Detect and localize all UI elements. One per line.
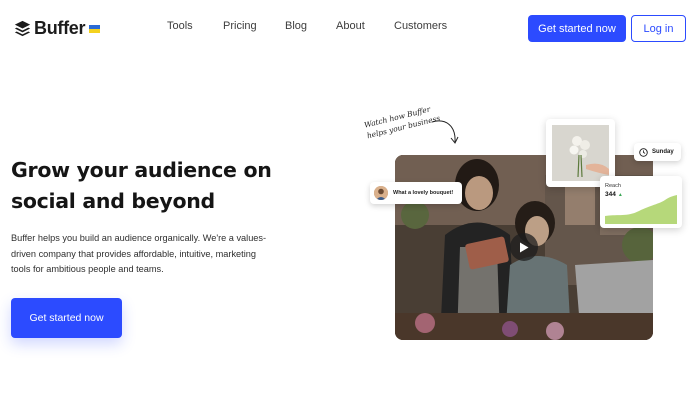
hero-title: Grow your audience on social and beyond bbox=[11, 158, 272, 213]
site-header: Buffer Tools Pricing Blog About Customer… bbox=[0, 0, 700, 56]
hero-get-started-button[interactable]: Get started now bbox=[11, 298, 122, 338]
nav-item-blog[interactable]: Blog bbox=[285, 20, 307, 32]
reach-area-chart bbox=[605, 195, 677, 224]
clock-icon bbox=[639, 147, 648, 157]
reach-label: Reach bbox=[605, 183, 621, 189]
flower-photo bbox=[552, 125, 609, 181]
nav-item-tools[interactable]: Tools bbox=[167, 20, 193, 32]
avatar bbox=[374, 186, 388, 200]
play-icon bbox=[520, 242, 529, 252]
brand-logo[interactable]: Buffer bbox=[14, 17, 101, 38]
schedule-day-pill: Sunday bbox=[634, 143, 681, 161]
login-button[interactable]: Log in bbox=[631, 15, 686, 42]
buffer-stack-icon bbox=[14, 20, 31, 36]
header-get-started-button[interactable]: Get started now bbox=[528, 15, 626, 42]
comment-card: What a lovely bouquet! bbox=[370, 182, 462, 204]
hero-description: Buffer helps you build an audience organ… bbox=[11, 233, 267, 274]
ukraine-flag-icon bbox=[89, 25, 101, 33]
nav-item-customers[interactable]: Customers bbox=[394, 20, 447, 32]
day-label: Sunday bbox=[652, 149, 674, 155]
play-button[interactable] bbox=[510, 233, 538, 261]
nav-item-pricing[interactable]: Pricing bbox=[223, 20, 257, 32]
brand-name: Buffer bbox=[34, 17, 86, 38]
comment-text: What a lovely bouquet! bbox=[393, 190, 454, 196]
nav-item-about[interactable]: About bbox=[336, 20, 365, 32]
reach-stats-card: Reach 344 ▲ bbox=[600, 176, 682, 228]
curved-arrow-icon bbox=[431, 120, 459, 144]
